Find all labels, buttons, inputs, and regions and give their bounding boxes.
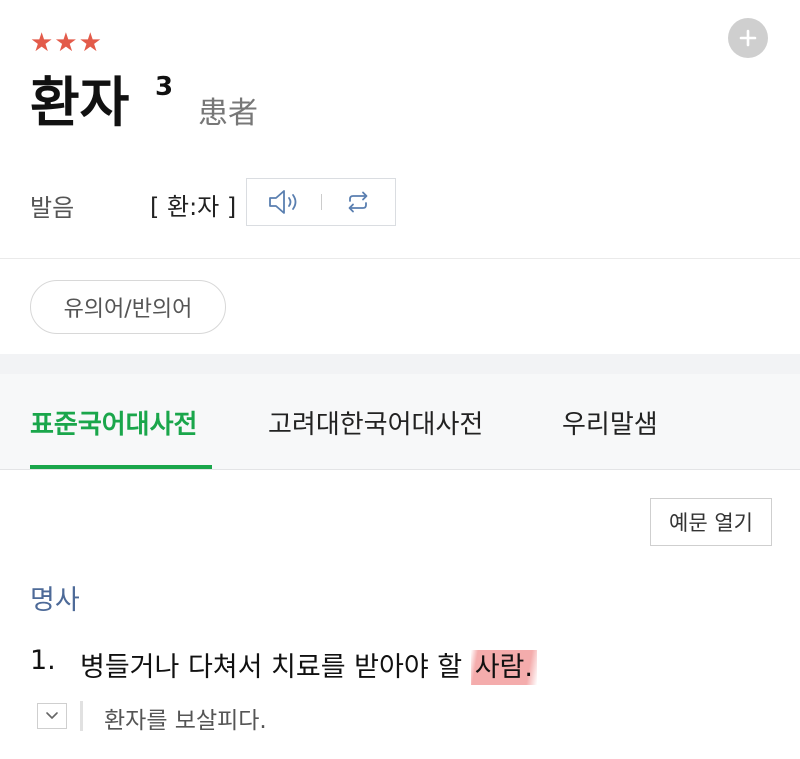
synonym-antonym-button[interactable]: 유의어/반의어	[30, 280, 226, 334]
headword: 환자	[30, 71, 130, 134]
open-examples-button[interactable]: 예문 열기	[650, 498, 772, 546]
repeat-audio-button[interactable]	[322, 179, 396, 225]
speaker-icon	[268, 190, 297, 214]
audio-controls	[246, 178, 396, 226]
play-audio-button[interactable]	[247, 179, 321, 225]
tab-urimalsaem[interactable]: 우리말샘	[562, 404, 658, 441]
dictionary-tabs: 표준국어대사전 고려대한국어대사전 우리말샘	[0, 374, 800, 470]
plus-icon	[739, 29, 757, 47]
part-of-speech: 명사	[30, 585, 80, 616]
definition-text: 병들거나 다쳐서 치료를 받아야 할 사람.	[80, 645, 537, 685]
homonym-number: 3	[155, 72, 174, 102]
tab-standard-dictionary[interactable]: 표준국어대사전	[30, 404, 197, 441]
hanja: 患者	[198, 96, 258, 131]
definition-period: .	[524, 652, 533, 683]
definition-number: 1.	[30, 645, 56, 676]
section-gap	[0, 354, 800, 374]
entry-header: ★★★ 환자 3 患者 발음 [ 환:자 ]	[0, 0, 800, 258]
pronunciation-text: [ 환:자 ]	[150, 193, 237, 221]
repeat-icon	[348, 191, 368, 213]
example-sentence: 환자를 보살피다.	[104, 708, 267, 734]
highlighted-word: 사람.	[470, 650, 537, 685]
definition-text-main: 병들거나 다쳐서 치료를 받아야 할	[80, 652, 471, 683]
example-toggle-button[interactable]	[37, 703, 67, 729]
chevron-down-icon	[46, 712, 58, 719]
add-to-wordbook-button[interactable]	[728, 18, 768, 58]
tab-korea-university-dictionary[interactable]: 고려대한국어대사전	[268, 404, 483, 441]
active-tab-indicator	[30, 465, 212, 469]
section-divider	[0, 258, 800, 259]
example-quote-bar	[80, 701, 83, 731]
pronunciation-label: 발음	[30, 194, 75, 222]
importance-stars: ★★★	[30, 28, 103, 58]
highlighted-word-text: 사람	[474, 652, 525, 683]
